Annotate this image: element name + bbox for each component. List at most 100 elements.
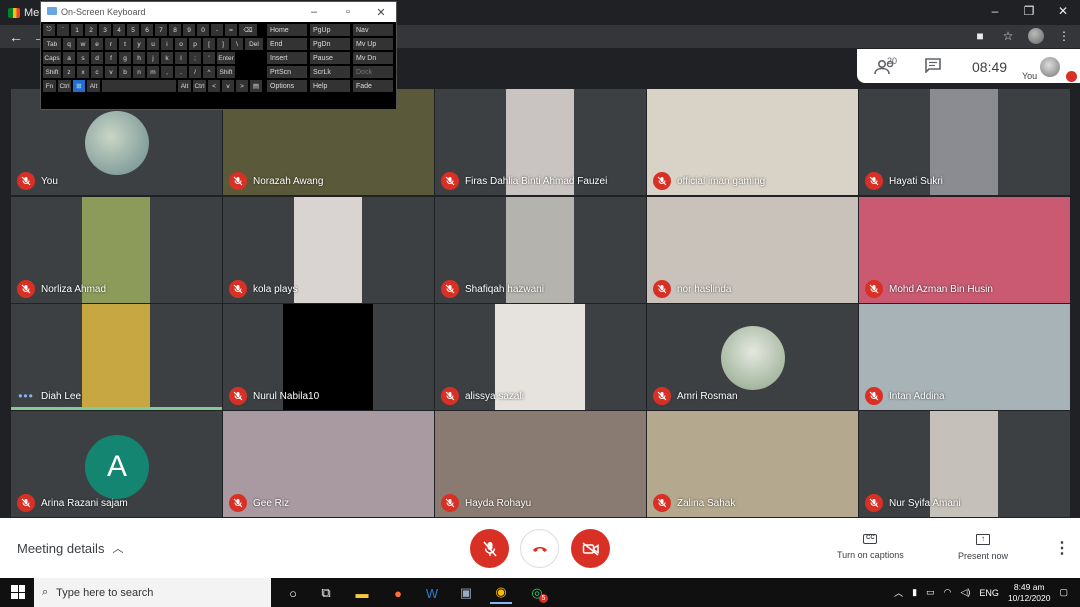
microphone-tray-icon[interactable]: ▮ <box>912 587 917 598</box>
osk-key[interactable]: r <box>105 38 117 50</box>
osk-key[interactable]: j <box>147 52 159 64</box>
participant-tile[interactable]: Amri Rosman <box>647 304 858 410</box>
osk-key[interactable]: o <box>175 38 187 50</box>
task-view-icon[interactable]: ⧉ <box>315 582 337 604</box>
battery-icon[interactable]: ▭ <box>926 587 935 598</box>
close-window-button[interactable]: ✕ <box>1046 0 1080 22</box>
more-options-icon[interactable]: ⋮ <box>1054 538 1070 558</box>
osk-titlebar[interactable]: On-Screen Keyboard – ▫ ✕ <box>41 2 396 22</box>
osk-key[interactable]: ⊞ <box>73 80 85 92</box>
osk-nav-key[interactable]: Options <box>267 80 307 92</box>
osk-key[interactable]: ⎋ <box>43 24 55 36</box>
osk-key[interactable]: . <box>175 66 187 78</box>
osk-key[interactable]: p <box>189 38 201 50</box>
language-indicator[interactable]: ENG <box>979 588 999 598</box>
whatsapp-icon[interactable]: ◎ 5 <box>526 582 548 604</box>
windows-start-icon[interactable] <box>11 585 25 599</box>
cortana-icon[interactable]: ○ <box>282 582 304 604</box>
minimize-button[interactable]: – <box>978 0 1012 22</box>
browser-profile-avatar[interactable] <box>1028 28 1044 44</box>
self-avatar[interactable] <box>1040 57 1060 77</box>
participant-tile[interactable]: Shafiqah hazwani <box>435 197 646 303</box>
participant-tile[interactable]: Mohd Azman Bin Husin <box>859 197 1070 303</box>
osk-key[interactable]: h <box>133 52 145 64</box>
osk-key[interactable]: 3 <box>99 24 111 36</box>
participant-tile[interactable]: Nur Syifa Amani <box>859 411 1070 517</box>
osk-key[interactable]: 8 <box>169 24 181 36</box>
taskbar-clock[interactable]: 8:49 am 10/12/2020 <box>1008 582 1051 604</box>
osk-nav-key[interactable]: Home <box>267 24 307 36</box>
osk-key[interactable]: 5 <box>127 24 139 36</box>
osk-key[interactable]: Alt <box>178 80 191 92</box>
osk-key[interactable]: Ctrl <box>193 80 206 92</box>
osk-key[interactable]: y <box>133 38 145 50</box>
leave-call-button[interactable] <box>520 529 559 568</box>
participant-tile[interactable]: Norliza Ahmad <box>11 197 222 303</box>
participant-tile[interactable]: A Arina Razani sajam <box>11 411 222 517</box>
osk-nav-key[interactable]: PgUp <box>310 24 350 36</box>
osk-minimize-button[interactable]: – <box>299 2 329 22</box>
bookmark-star-icon[interactable]: ☆ <box>1000 28 1016 44</box>
osk-key[interactable]: Enter <box>217 52 235 64</box>
osk-key[interactable]: n <box>133 66 145 78</box>
osk-nav-key[interactable]: Insert <box>267 52 307 64</box>
osk-nav-key[interactable]: Fade <box>353 80 393 92</box>
osk-nav-key[interactable]: End <box>267 38 307 50</box>
osk-key[interactable]: q <box>63 38 75 50</box>
osk-key[interactable]: ⌫ <box>239 24 257 36</box>
osk-nav-key[interactable]: PgDn <box>310 38 350 50</box>
osk-key[interactable]: 2 <box>85 24 97 36</box>
osk-key[interactable]: i <box>161 38 173 50</box>
participant-tile[interactable]: Gee Riz <box>223 411 434 517</box>
osk-key[interactable]: Tab <box>43 38 61 50</box>
osk-key[interactable]: 1 <box>71 24 83 36</box>
taskbar-search[interactable]: ⌕ Type here to search <box>34 578 271 607</box>
osk-key[interactable]: > <box>236 80 248 92</box>
osk-nav-key[interactable]: Nav <box>353 24 393 36</box>
osk-nav-key[interactable]: PrtScn <box>267 66 307 78</box>
osk-key[interactable]: k <box>161 52 173 64</box>
osk-key[interactable]: , <box>161 66 173 78</box>
notifications-icon[interactable]: ▢ <box>1059 587 1068 598</box>
present-now-button[interactable]: ↑ Present now <box>958 534 1008 561</box>
osk-key[interactable]: g <box>119 52 131 64</box>
osk-key[interactable]: c <box>91 66 103 78</box>
osk-key[interactable]: m <box>147 66 159 78</box>
osk-key[interactable]: t <box>119 38 131 50</box>
osk-key[interactable]: 0 <box>197 24 209 36</box>
osk-key[interactable]: ] <box>217 38 229 50</box>
osk-key[interactable]: \ <box>231 38 243 50</box>
osk-key[interactable]: 7 <box>155 24 167 36</box>
osk-key[interactable]: Fn <box>43 80 56 92</box>
osk-key[interactable]: z <box>63 66 75 78</box>
network-icon[interactable]: ◠ <box>944 587 952 598</box>
osk-key[interactable]: ' <box>203 52 215 64</box>
osk-key[interactable]: [ <box>203 38 215 50</box>
osk-key[interactable]: w <box>77 38 89 50</box>
osk-key[interactable]: e <box>91 38 103 50</box>
osk-key[interactable]: v <box>222 80 234 92</box>
osk-key[interactable]: b <box>119 66 131 78</box>
firefox-icon[interactable]: ● <box>387 582 409 604</box>
participant-tile[interactable]: ••• Diah Lee <box>11 304 222 410</box>
osk-key[interactable]: - <box>211 24 223 36</box>
camera-toggle-button[interactable] <box>571 529 610 568</box>
browser-menu-icon[interactable]: ⋮ <box>1056 28 1072 44</box>
participant-tile[interactable]: Intan Addina <box>859 304 1070 410</box>
osk-key[interactable]: s <box>77 52 89 64</box>
word-icon[interactable]: W <box>421 582 443 604</box>
osk-close-button[interactable]: ✕ <box>366 2 396 22</box>
participant-tile[interactable]: nor haslinda <box>647 197 858 303</box>
osk-key[interactable]: f <box>105 52 117 64</box>
osk-key[interactable]: 9 <box>183 24 195 36</box>
osk-nav-key[interactable]: Dock <box>353 66 393 78</box>
osk-key[interactable]: Caps <box>43 52 61 64</box>
osk-key[interactable]: = <box>225 24 237 36</box>
osk-key[interactable]: a <box>63 52 75 64</box>
osk-key[interactable]: Shift <box>43 66 61 78</box>
file-explorer-icon[interactable]: ▬ <box>351 582 373 604</box>
osk-key[interactable]: ▤ <box>250 80 262 92</box>
osk-key[interactable]: Alt <box>87 80 100 92</box>
osk-key[interactable]: ` <box>57 24 69 36</box>
monitor-app-icon[interactable]: ▣ <box>455 582 477 604</box>
